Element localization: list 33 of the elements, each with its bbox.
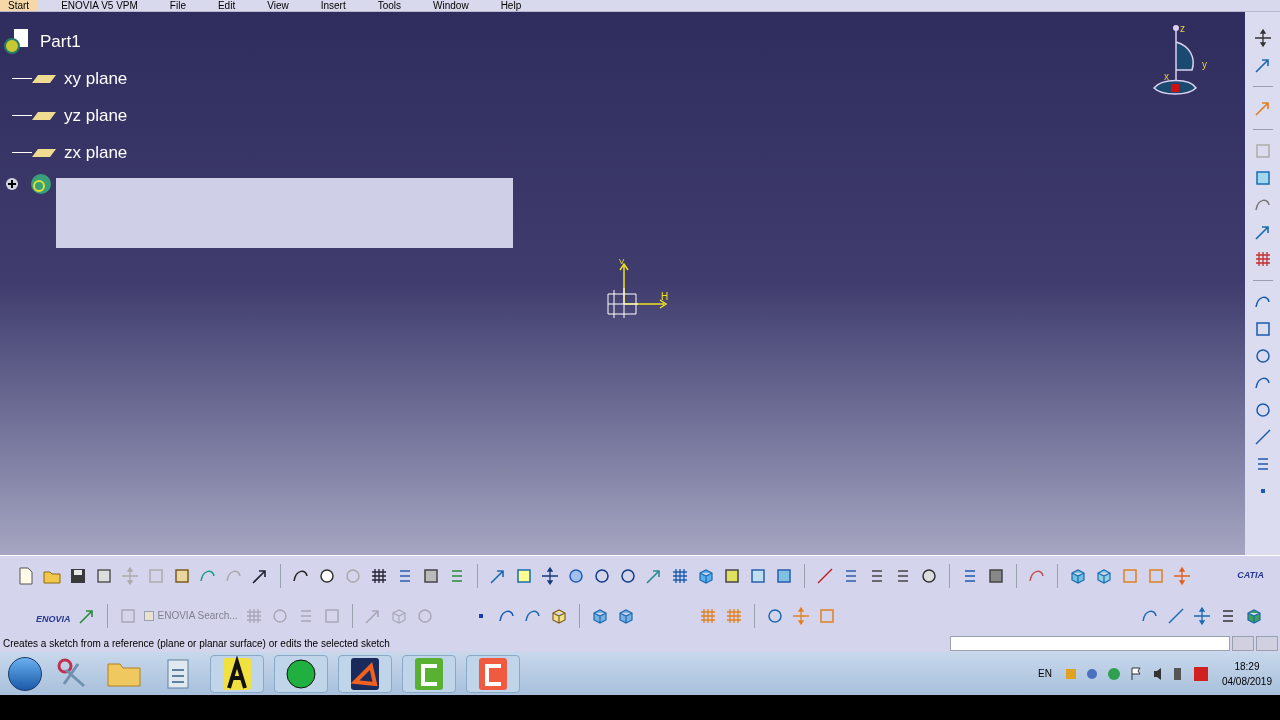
a-logo-icon[interactable]	[210, 654, 264, 693]
tree-root-label[interactable]: Part1	[40, 29, 81, 55]
menu-item[interactable]: Window	[425, 0, 477, 11]
menu-item[interactable]: File	[161, 0, 194, 11]
tree-item[interactable]: zx plane	[64, 139, 128, 166]
status-message: Creates a sketch from a reference (plane or planar surface) or edits the selected sketch	[3, 637, 390, 651]
plane-icon	[32, 147, 58, 158]
menu-item[interactable]: Tools	[369, 0, 410, 11]
command-field[interactable]	[950, 636, 1230, 651]
new-document-icon[interactable]	[16, 565, 36, 586]
expand-icon[interactable]	[6, 178, 18, 190]
menu-item[interactable]: View	[259, 0, 297, 11]
menu-item[interactable]: ENOVIA V5 VPM	[53, 0, 146, 11]
catia-logo: CATIA	[1237, 568, 1264, 582]
language-indicator[interactable]: EN	[1038, 666, 1052, 681]
start-button[interactable]	[8, 656, 42, 691]
tree-item[interactable]: yz plane	[64, 102, 128, 129]
tree-item[interactable]: xy plane	[64, 65, 128, 92]
menu-item[interactable]: Insert	[312, 0, 354, 11]
body-icon	[28, 171, 54, 197]
axis-system-drawing: V H	[604, 258, 674, 324]
clock-time[interactable]: 18:29	[1234, 658, 1260, 674]
plane-icon	[32, 73, 58, 84]
compass-drawing: z y x	[1148, 22, 1218, 102]
c-logo-icon[interactable]	[402, 654, 456, 693]
pan-icon[interactable]	[540, 565, 560, 586]
enovia-logo: ENOVIA	[36, 612, 71, 626]
clock-date[interactable]: 04/08/2019	[1221, 673, 1272, 689]
menu-item[interactable]: Start	[0, 0, 38, 11]
plane-icon	[32, 110, 58, 121]
menu-item[interactable]: Help	[492, 0, 530, 11]
c-logo-icon[interactable]	[466, 654, 520, 693]
menu-item[interactable]: Edit	[209, 0, 244, 11]
